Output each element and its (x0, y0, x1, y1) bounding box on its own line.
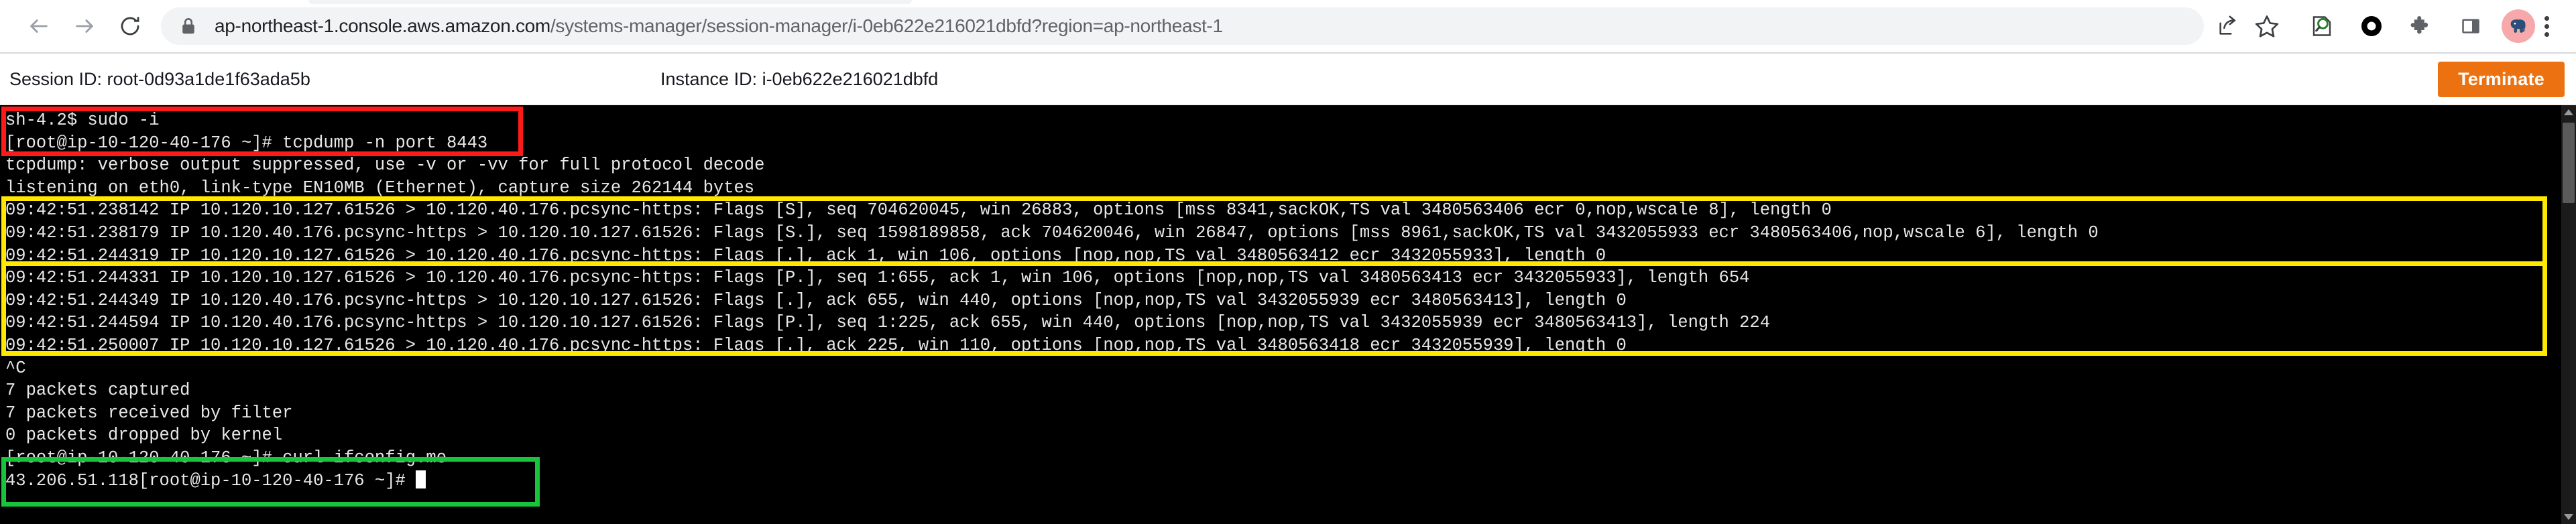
puzzle-glyph (2410, 16, 2428, 34)
kebab-dot (2544, 23, 2549, 29)
omnibox[interactable]: ap-northeast-1.console.aws.amazon.com/sy… (161, 7, 2204, 45)
terminal-line: sh-4.2$ sudo -i (5, 111, 160, 130)
terminal-line: 43.206.51.118[root@ip-10-120-40-176 ~]# (5, 470, 2561, 493)
omnibox-actions (2209, 7, 2286, 45)
terminal-line: 09:42:51.244349 IP 10.120.40.176.pcsync-… (5, 290, 1627, 310)
search-extension-icon[interactable] (2303, 7, 2341, 45)
terminal-line: ^C (5, 358, 26, 378)
reload-icon (121, 17, 139, 36)
lock-glyph (182, 18, 194, 34)
reload-button[interactable] (109, 5, 152, 48)
circle-extension-icon[interactable] (2353, 7, 2390, 45)
browser-chrome: ap-northeast-1.console.aws.amazon.com/sy… (0, 0, 2576, 54)
kebab-dot (2544, 15, 2549, 21)
scroll-down-arrow-icon[interactable] (2564, 514, 2573, 520)
side-panel-glyph (2462, 19, 2479, 34)
back-button[interactable] (17, 5, 60, 48)
kebab-dot (2544, 31, 2549, 37)
magnifier-page-glyph (2312, 16, 2331, 36)
lock-icon (180, 16, 197, 36)
navigation-buttons (17, 5, 152, 48)
url-path: /systems-manager/session-manager/i-0eb62… (550, 15, 1223, 36)
session-info-bar: Session ID: root-0d93a1de1f63ada5b Insta… (0, 54, 2576, 105)
terminal-line: [root@ip-10-120-40-176 ~]# curl ifconfig… (5, 448, 447, 468)
active-tab-stub[interactable] (308, 0, 912, 4)
session-id-label: Session ID: root-0d93a1de1f63ada5b (9, 68, 310, 89)
terminal-line: tcpdump: verbose output suppressed, use … (5, 155, 765, 176)
terminal-scrollbar[interactable] (2561, 105, 2576, 524)
terminal-line: 09:42:51.244331 IP 10.120.10.127.61526 >… (5, 268, 1750, 288)
terminal-line: 0 packets dropped by kernel (5, 425, 283, 446)
terminal-line: 09:42:51.250007 IP 10.120.10.127.61526 >… (5, 335, 1627, 355)
share-glyph (2219, 15, 2236, 35)
terminal-output: sh-4.2$ sudo -i [root@ip-10-120-40-176 ~]… (0, 105, 2561, 492)
terminal-cursor (416, 470, 426, 488)
terminal-window[interactable]: sh-4.2$ sudo -i [root@ip-10-120-40-176 ~]… (0, 105, 2576, 524)
arrow-right-icon (76, 19, 93, 33)
share-icon[interactable] (2209, 7, 2247, 45)
profile-avatar-icon[interactable] (2502, 9, 2535, 43)
kebab-menu-icon[interactable] (2535, 15, 2559, 37)
scroll-up-arrow-icon[interactable] (2564, 109, 2573, 115)
terminal-line: [root@ip-10-120-40-176 ~]# tcpdump -n po… (5, 133, 488, 153)
terminal-line: 09:42:51.244319 IP 10.120.10.127.61526 >… (5, 245, 1606, 265)
terminal-line: 7 packets received by filter (5, 403, 293, 423)
bookmark-star-icon[interactable] (2248, 7, 2286, 45)
puzzle-extensions-icon[interactable] (2402, 7, 2440, 45)
terminal-line: listening on eth0, link-type EN10MB (Eth… (5, 178, 755, 198)
scrollbar-thumb[interactable] (2563, 123, 2575, 203)
side-panel-icon[interactable] (2452, 7, 2490, 45)
terminate-button[interactable]: Terminate (2438, 61, 2565, 97)
terminal-line: 09:42:51.238179 IP 10.120.40.176.pcsync-… (5, 222, 2099, 243)
terminal-line: 09:42:51.244594 IP 10.120.40.176.pcsync-… (5, 313, 1771, 333)
url-text: ap-northeast-1.console.aws.amazon.com/sy… (215, 15, 1223, 37)
arrow-left-icon (30, 19, 48, 33)
instance-id-label: Instance ID: i-0eb622e216021dbfd (660, 68, 939, 89)
forward-button[interactable] (63, 5, 106, 48)
url-host: ap-northeast-1.console.aws.amazon.com (215, 15, 550, 36)
elephant-avatar-glyph (2510, 19, 2526, 33)
star-glyph (2255, 15, 2279, 38)
donut-glyph (2361, 16, 2382, 36)
extensions-toolbar (2303, 7, 2535, 45)
terminal-line: 7 packets captured (5, 381, 190, 401)
terminal-line: 09:42:51.238142 IP 10.120.10.127.61526 >… (5, 200, 1832, 220)
